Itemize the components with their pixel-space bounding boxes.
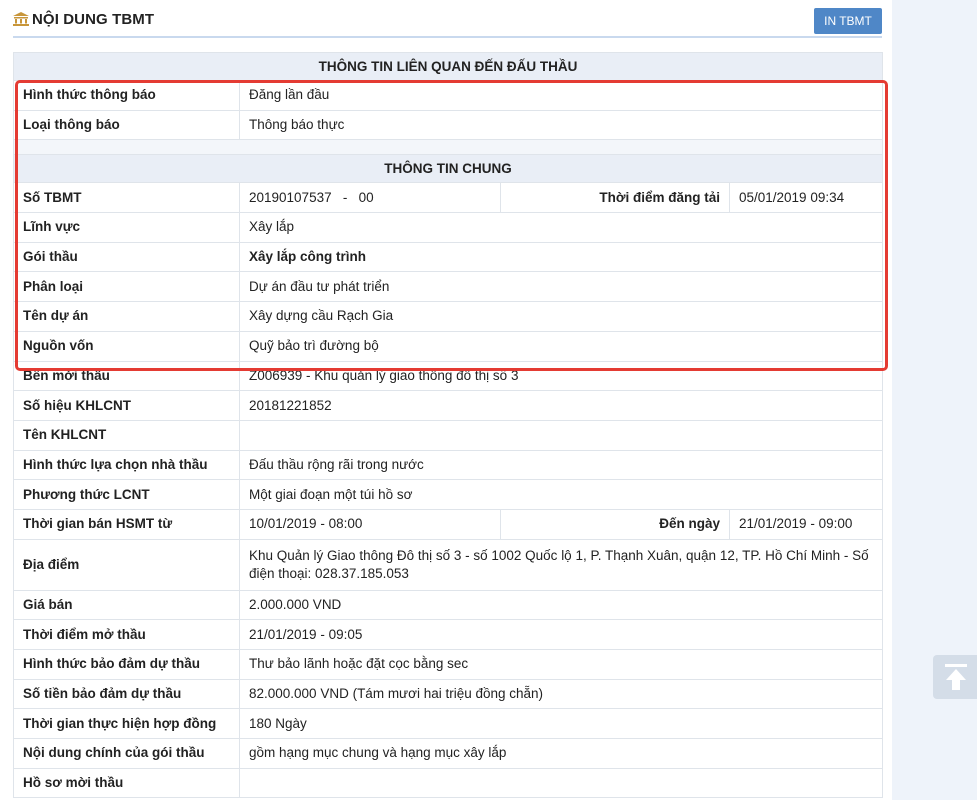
- row-label: Hình thức bảo đảm dự thầu: [13, 649, 240, 680]
- row-value: 21/01/2019 - 09:05: [239, 619, 883, 650]
- row-extra-label: Thời điểm đăng tải: [500, 182, 730, 214]
- row-value: 20181221852: [239, 390, 883, 421]
- content-header: NỘI DUNG TBMT: [13, 0, 882, 38]
- table-row: Địa điểm Khu Quản lý Giao thông Đô thị s…: [13, 538, 883, 591]
- row-value: Xây lắp công trình: [239, 241, 883, 273]
- row-value: [239, 419, 883, 451]
- row-label: Tên KHLCNT: [13, 419, 240, 451]
- row-label: Hồ sơ mời thầu: [13, 767, 240, 799]
- row-value: Khu Quản lý Giao thông Đô thị số 3 - số …: [239, 538, 883, 591]
- table-row: Gói thầu Xây lắp công trình: [13, 241, 883, 273]
- table-row: Lĩnh vực Xây lắp: [13, 212, 883, 243]
- arrow-up-to-top-icon: [945, 664, 967, 690]
- print-tbmt-button[interactable]: IN TBMT: [814, 8, 882, 34]
- table-row: Tên dự án Xây dựng cầu Rạch Gia: [13, 301, 883, 332]
- row-value: Dự án đầu tư phát triển: [239, 271, 883, 303]
- section-header-bid-info: THÔNG TIN LIÊN QUAN ĐẾN ĐẤU THẦU: [13, 52, 883, 81]
- row-label: Loại thông báo: [13, 109, 240, 141]
- table-row: Nội dung chính của gói thầu gồm hạng mục…: [13, 738, 883, 769]
- row-value: Z006939 - Khu quản lý giao thông đô thị …: [239, 360, 883, 392]
- row-value: Thông báo thực: [239, 109, 883, 141]
- row-label: Phương thức LCNT: [13, 479, 240, 510]
- row-extra-value: 05/01/2019 09:34: [729, 182, 883, 214]
- table-row: Số tiền bảo đảm dự thầu 82.000.000 VND (…: [13, 678, 883, 710]
- row-value: gồm hạng mục chung và hạng mục xây lắp: [239, 738, 883, 769]
- section-title: THÔNG TIN CHUNG: [13, 154, 883, 184]
- row-label: Số tiền bảo đảm dự thầu: [13, 678, 240, 710]
- table-row: Loại thông báo Thông báo thực: [13, 109, 883, 141]
- row-value: 10/01/2019 - 08:00: [239, 508, 501, 540]
- row-value: Xây dựng cầu Rạch Gia: [239, 301, 883, 332]
- section-header-general-info: THÔNG TIN CHUNG: [13, 154, 883, 184]
- row-label: Số TBMT: [13, 182, 240, 214]
- row-value: Xây lắp: [239, 212, 883, 243]
- section-spacer: [13, 139, 883, 156]
- row-value: 20190107537 - 00: [239, 182, 501, 214]
- table-row: Hồ sơ mời thầu: [13, 767, 883, 799]
- row-label: Hình thức lựa chọn nhà thầu: [13, 449, 240, 481]
- row-label: Tên dự án: [13, 301, 240, 332]
- row-value: 2.000.000 VND: [239, 589, 883, 621]
- row-extra-value: 21/01/2019 - 09:00: [729, 508, 883, 540]
- row-value: Đăng lần đầu: [239, 80, 883, 111]
- row-label: Hình thức thông báo: [13, 80, 240, 111]
- row-label: Nguồn vốn: [13, 330, 240, 362]
- row-value: Đấu thầu rộng rãi trong nước: [239, 449, 883, 481]
- table-row: Thời gian bán HSMT từ 10/01/2019 - 08:00…: [13, 508, 883, 540]
- row-value: Một giai đoạn một túi hồ sơ: [239, 479, 883, 510]
- row-label: Thời gian thực hiện hợp đồng: [13, 708, 240, 740]
- row-label: Thời gian bán HSMT từ: [13, 508, 240, 540]
- table-row: Số TBMT 20190107537 - 00 Thời điểm đăng …: [13, 182, 883, 214]
- row-label: Bên mời thầu: [13, 360, 240, 392]
- table-row: Hình thức thông báo Đăng lần đầu: [13, 80, 883, 111]
- row-label: Nội dung chính của gói thầu: [13, 738, 240, 769]
- row-label: Giá bán: [13, 589, 240, 621]
- table-row: Số hiệu KHLCNT 20181221852: [13, 390, 883, 421]
- table-row: Hình thức bảo đảm dự thầu Thư bảo lãnh h…: [13, 649, 883, 680]
- row-label: Gói thầu: [13, 241, 240, 273]
- bank-icon: [13, 12, 29, 26]
- row-value: 82.000.000 VND (Tám mươi hai triệu đồng …: [239, 678, 883, 710]
- row-label: Phân loại: [13, 271, 240, 303]
- table-row: Thời gian thực hiện hợp đồng 180 Ngày: [13, 708, 883, 740]
- page-title: NỘI DUNG TBMT: [32, 11, 155, 28]
- scroll-to-top-button[interactable]: [933, 655, 977, 699]
- row-label: Lĩnh vực: [13, 212, 240, 243]
- row-value: 180 Ngày: [239, 708, 883, 740]
- table-row: Tên KHLCNT: [13, 419, 883, 451]
- row-label: Địa điểm: [13, 538, 240, 591]
- table-row: Phương thức LCNT Một giai đoạn một túi h…: [13, 479, 883, 510]
- table-row: Hình thức lựa chọn nhà thầu Đấu thầu rộn…: [13, 449, 883, 481]
- row-value: Quỹ bảo trì đường bộ: [239, 330, 883, 362]
- section-title: THÔNG TIN LIÊN QUAN ĐẾN ĐẤU THẦU: [13, 52, 883, 81]
- table-row: Thời điểm mở thầu 21/01/2019 - 09:05: [13, 619, 883, 650]
- table-row: Giá bán 2.000.000 VND: [13, 589, 883, 621]
- tbmt-info-table: THÔNG TIN LIÊN QUAN ĐẾN ĐẤU THẦU Hình th…: [13, 52, 883, 799]
- row-value: Thư bảo lãnh hoặc đặt cọc bằng sec: [239, 649, 883, 680]
- row-extra-label: Đến ngày: [500, 508, 730, 540]
- table-row: Bên mời thầu Z006939 - Khu quản lý giao …: [13, 360, 883, 392]
- table-row: Phân loại Dự án đầu tư phát triển: [13, 271, 883, 303]
- row-value: [239, 767, 883, 799]
- table-row: Nguồn vốn Quỹ bảo trì đường bộ: [13, 330, 883, 362]
- row-label: Thời điểm mở thầu: [13, 619, 240, 650]
- row-label: Số hiệu KHLCNT: [13, 390, 240, 421]
